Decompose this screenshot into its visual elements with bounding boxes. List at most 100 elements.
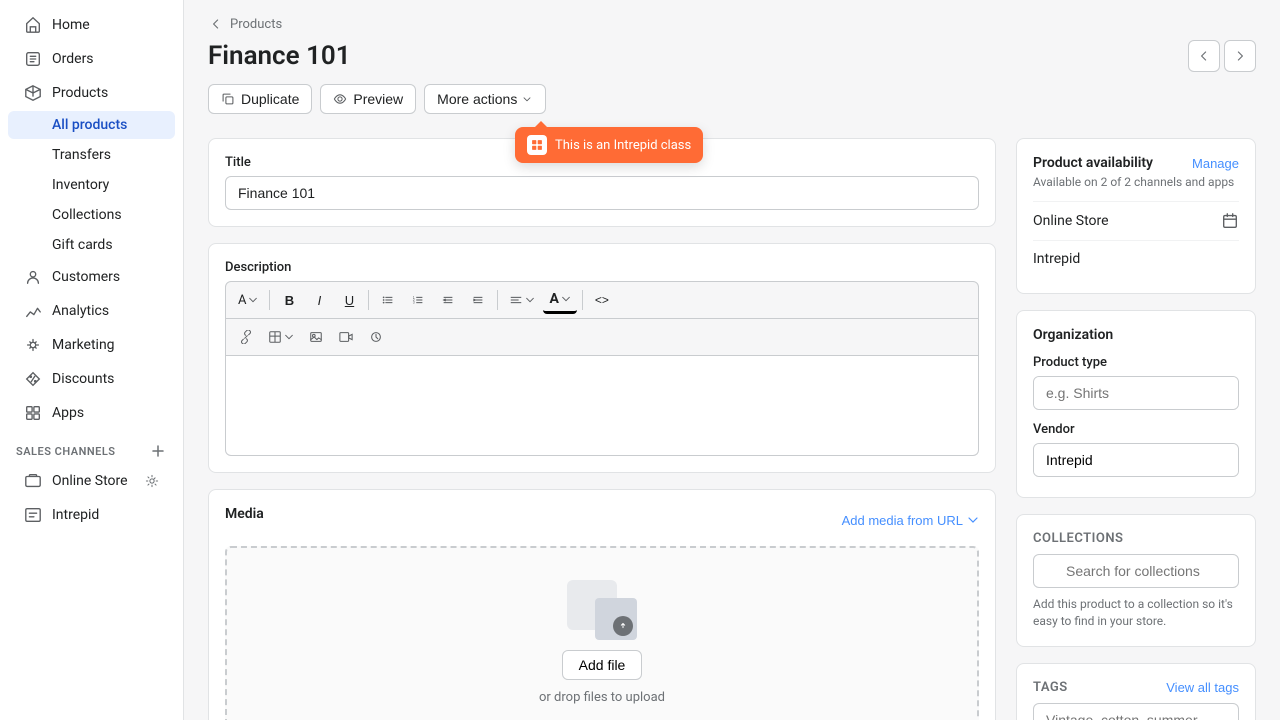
apps-icon <box>24 404 42 422</box>
online-store-settings-icon[interactable] <box>145 474 159 488</box>
toolbar-divider-1 <box>269 290 270 310</box>
main-content: Products Finance 101 Duplicate <box>184 0 1280 720</box>
orders-icon <box>24 50 42 68</box>
sidebar-item-customers-label: Customers <box>52 269 120 285</box>
marketing-icon <box>24 336 42 354</box>
chevron-left-icon <box>208 16 224 32</box>
tooltip-popup: This is an Intrepid class <box>515 127 703 163</box>
customers-icon <box>24 268 42 286</box>
underline-button[interactable]: U <box>335 286 363 314</box>
sidebar-sub-transfers-label: Transfers <box>52 147 111 163</box>
sidebar-sub-all-products[interactable]: All products <box>8 111 175 139</box>
sidebar-item-discounts[interactable]: Discounts <box>8 363 175 395</box>
add-sales-channel-button[interactable] <box>149 442 167 460</box>
sidebar-item-discounts-label: Discounts <box>52 371 114 387</box>
media-card-header: Media Add media from URL <box>225 506 979 534</box>
color-select[interactable]: A <box>543 286 576 314</box>
analytics-icon <box>24 302 42 320</box>
duplicate-icon <box>221 92 235 106</box>
color-chevron-icon <box>561 294 571 304</box>
format-select[interactable]: A <box>232 286 264 314</box>
page-title: Finance 101 <box>208 41 351 71</box>
calendar-icon[interactable] <box>1221 212 1239 230</box>
sidebar-item-orders[interactable]: Orders <box>8 43 175 75</box>
product-type-input[interactable] <box>1034 377 1239 409</box>
organization-title: Organization <box>1033 327 1239 343</box>
sidebar-item-customers[interactable]: Customers <box>8 261 175 293</box>
sidebar-item-apps-label: Apps <box>52 405 84 421</box>
sidebar-item-intrepid[interactable]: Intrepid <box>8 499 175 531</box>
nav-next-button[interactable] <box>1224 40 1256 72</box>
organization-card: Organization Product type Vendor <box>1016 310 1256 498</box>
list-ordered-button[interactable]: 123 <box>404 286 432 314</box>
widget-button[interactable] <box>362 323 390 351</box>
manage-availability-button[interactable]: Manage <box>1192 156 1239 171</box>
view-all-tags-button[interactable]: View all tags <box>1166 680 1239 695</box>
product-type-label: Product type <box>1033 355 1239 370</box>
align-select[interactable] <box>503 286 541 314</box>
video-button[interactable] <box>332 323 360 351</box>
sidebar-sub-inventory-label: Inventory <box>52 177 109 193</box>
duplicate-button[interactable]: Duplicate <box>208 84 312 114</box>
content-area: Title Description A B I U <box>184 118 1280 720</box>
sidebar-item-marketing-label: Marketing <box>52 337 115 353</box>
availability-title: Product availability <box>1033 155 1153 171</box>
sidebar: Home Orders Products All products Transf… <box>0 0 184 720</box>
product-type-section: Product type <box>1033 355 1239 410</box>
tags-header: TAGS View all tags <box>1033 680 1239 695</box>
sidebar-item-online-store[interactable]: Online Store <box>8 465 175 497</box>
preview-icon <box>333 92 347 106</box>
link-button[interactable] <box>232 323 260 351</box>
right-column: Product availability Manage Available on… <box>1016 138 1256 700</box>
sidebar-item-products-label: Products <box>52 85 108 101</box>
source-button[interactable]: <> <box>588 286 616 314</box>
sidebar-item-marketing[interactable]: Marketing <box>8 329 175 361</box>
indent-increase-button[interactable] <box>464 286 492 314</box>
vendor-input-row <box>1033 443 1239 477</box>
add-media-url-button[interactable]: Add media from URL <box>842 513 979 528</box>
list-unordered-button[interactable] <box>374 286 402 314</box>
vendor-section: Vendor <box>1033 422 1239 477</box>
vendor-input[interactable] <box>1034 444 1239 476</box>
preview-button[interactable]: Preview <box>320 84 416 114</box>
breadcrumb[interactable]: Products <box>208 16 1256 32</box>
tags-title: TAGS <box>1033 680 1068 695</box>
title-input[interactable] <box>225 176 979 210</box>
media-upload-icon <box>567 580 637 640</box>
bold-button[interactable]: B <box>275 286 303 314</box>
sidebar-item-analytics[interactable]: Analytics <box>8 295 175 327</box>
toolbar-divider-2 <box>368 290 369 310</box>
chevron-down-icon-media <box>967 514 979 526</box>
indent-decrease-button[interactable] <box>434 286 462 314</box>
sidebar-sub-collections[interactable]: Collections <box>8 201 175 229</box>
sidebar-sub-inventory[interactable]: Inventory <box>8 171 175 199</box>
sidebar-item-orders-label: Orders <box>52 51 94 67</box>
sidebar-sub-transfers[interactable]: Transfers <box>8 141 175 169</box>
sidebar-item-products[interactable]: Products <box>8 77 175 109</box>
sidebar-item-analytics-label: Analytics <box>52 303 109 319</box>
toolbar-divider-3 <box>497 290 498 310</box>
table-select[interactable] <box>262 323 300 351</box>
channel-item-online-store: Online Store <box>1033 201 1239 240</box>
availability-sub-text: Available on 2 of 2 channels and apps <box>1033 175 1239 189</box>
sidebar-item-home[interactable]: Home <box>8 9 175 41</box>
add-file-button[interactable]: Add file <box>562 650 643 680</box>
products-icon <box>24 84 42 102</box>
toolbar-row-1: A B I U 123 <box>226 282 978 319</box>
sidebar-sub-all-products-label: All products <box>52 117 127 133</box>
tags-input[interactable] <box>1033 703 1239 720</box>
italic-button[interactable]: I <box>305 286 333 314</box>
media-drop-zone[interactable]: Add file or drop files to upload <box>225 546 979 720</box>
channel-item-intrepid: Intrepid <box>1033 240 1239 277</box>
sidebar-item-apps[interactable]: Apps <box>8 397 175 429</box>
image-button[interactable] <box>302 323 330 351</box>
description-editor-body[interactable] <box>225 356 979 456</box>
left-column: Title Description A B I U <box>208 138 996 700</box>
more-actions-button[interactable]: More actions <box>424 84 546 114</box>
sidebar-item-intrepid-label: Intrepid <box>52 507 99 523</box>
home-icon <box>24 16 42 34</box>
tags-card: TAGS View all tags intrepid|ef9fdcba-a27… <box>1016 663 1256 720</box>
nav-prev-button[interactable] <box>1188 40 1220 72</box>
sidebar-sub-gift-cards[interactable]: Gift cards <box>8 231 175 259</box>
collections-search-input[interactable] <box>1033 554 1239 588</box>
